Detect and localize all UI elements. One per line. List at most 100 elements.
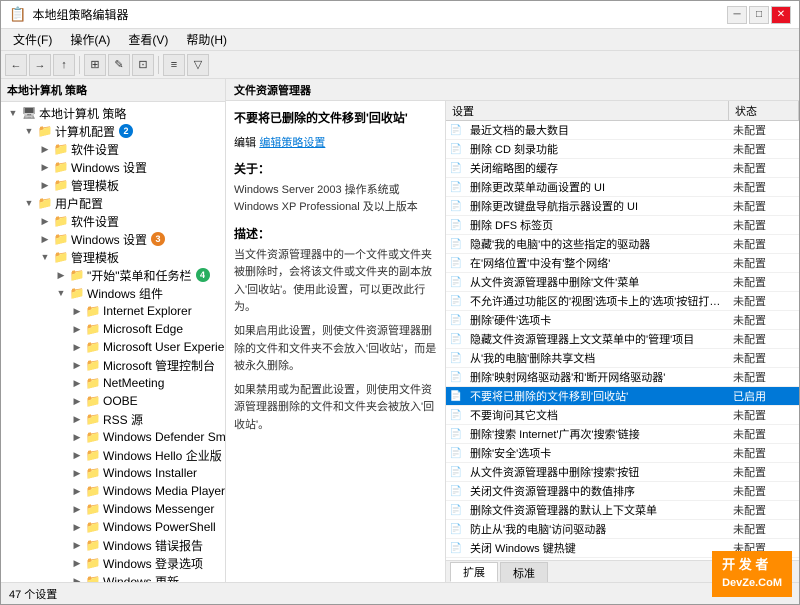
expander-rss[interactable]	[69, 411, 85, 427]
expander-edge[interactable]	[69, 321, 85, 337]
tree-item-admtemplates1[interactable]: 📁 管理模板	[1, 176, 225, 194]
expander-winsettings2[interactable]	[37, 231, 53, 247]
expander-computer[interactable]	[21, 123, 37, 139]
tree-item-hello[interactable]: 📁 Windows Hello 企业版	[1, 446, 225, 464]
settings-row-14[interactable]: 📄 不要将已删除的文件移到'回收站' 已启用	[446, 387, 799, 406]
settings-row-21[interactable]: 📄 防止从'我的电脑'访问驱动器 未配置	[446, 520, 799, 539]
help-button[interactable]: ≡	[163, 54, 185, 76]
settings-row-8[interactable]: 📄 从文件资源管理器中删除'文件'菜单 未配置	[446, 273, 799, 292]
tree-item-mmc[interactable]: 📁 Microsoft 管理控制台	[1, 356, 225, 374]
settings-icon-14: 📄	[446, 387, 466, 406]
back-button[interactable]: ←	[5, 54, 27, 76]
settings-row-0[interactable]: 📄 最近文档的最大数目 未配置	[446, 121, 799, 140]
tree-item-rss[interactable]: 📁 RSS 源	[1, 410, 225, 428]
maximize-button[interactable]: □	[749, 6, 769, 24]
tree-item-user[interactable]: 📁 用户配置	[1, 194, 225, 212]
tree-item-media[interactable]: 📁 Windows Media Player	[1, 482, 225, 500]
expander-errorreport[interactable]	[69, 537, 85, 553]
tree-item-oobe[interactable]: 📁 OOBE	[1, 392, 225, 410]
expander-startmenu[interactable]	[53, 267, 69, 283]
settings-row-18[interactable]: 📄 从文件资源管理器中删除'搜索'按钮 未配置	[446, 463, 799, 482]
settings-row-9[interactable]: 📄 不允许通过功能区的'视图'选项卡上的'选项'按钮打开'文件... 未配置	[446, 292, 799, 311]
settings-icon-16: 📄	[446, 425, 466, 444]
menu-action[interactable]: 操作(A)	[62, 29, 118, 50]
expander-defender[interactable]	[69, 429, 85, 445]
expander-userexp[interactable]	[69, 339, 85, 355]
tree-item-software2[interactable]: 📁 软件设置	[1, 212, 225, 230]
show-hide-button[interactable]: ⊞	[84, 54, 106, 76]
tree-container[interactable]: 🖥 本地计算机 策略 📁 计算机配置 2 📁 软件设置	[1, 102, 225, 582]
tree-item-winsettings1[interactable]: 📁 Windows 设置	[1, 158, 225, 176]
tree-item-computer[interactable]: 📁 计算机配置 2	[1, 122, 225, 140]
tree-item-installer[interactable]: 📁 Windows Installer	[1, 464, 225, 482]
forward-button[interactable]: →	[29, 54, 51, 76]
up-button[interactable]: ↑	[53, 54, 75, 76]
expander-wincomponents[interactable]	[53, 285, 69, 301]
settings-row-5[interactable]: 📄 删除 DFS 标签页 未配置	[446, 216, 799, 235]
expander-admtemplates2[interactable]	[37, 249, 53, 265]
properties-button[interactable]: ⊡	[132, 54, 154, 76]
tree-item-powershell[interactable]: 📁 Windows PowerShell	[1, 518, 225, 536]
expander-admtemplates1[interactable]	[37, 177, 53, 193]
expander-powershell[interactable]	[69, 519, 85, 535]
tree-item-edge[interactable]: 📁 Microsoft Edge	[1, 320, 225, 338]
filter-button[interactable]: ▽	[187, 54, 209, 76]
settings-row-17[interactable]: 📄 删除'安全'选项卡 未配置	[446, 444, 799, 463]
settings-row-2[interactable]: 📄 关闭缩略图的缓存 未配置	[446, 159, 799, 178]
tree-item-admtemplates2[interactable]: 📁 管理模板	[1, 248, 225, 266]
expander-netmeeting[interactable]	[69, 375, 85, 391]
settings-row-22[interactable]: 📄 关闭 Windows 键热键 未配置	[446, 539, 799, 558]
expander-media[interactable]	[69, 483, 85, 499]
menu-help[interactable]: 帮助(H)	[178, 29, 235, 50]
settings-row-12[interactable]: 📄 从'我的电脑'删除共享文档 未配置	[446, 349, 799, 368]
tree-item-update[interactable]: 📁 Windows 更新	[1, 572, 225, 582]
tree-item-winsettings2[interactable]: 📁 Windows 设置 3	[1, 230, 225, 248]
settings-row-3[interactable]: 📄 删除更改菜单动画设置的 UI 未配置	[446, 178, 799, 197]
tree-item-userexp[interactable]: 📁 Microsoft User Experience Y	[1, 338, 225, 356]
settings-row-7[interactable]: 📄 在'网络位置'中没有'整个网络' 未配置	[446, 254, 799, 273]
expander-winsettings1[interactable]	[37, 159, 53, 175]
settings-row-6[interactable]: 📄 隐藏'我的电脑'中的这些指定的驱动器 未配置	[446, 235, 799, 254]
tree-item-errorreport[interactable]: 📁 Windows 错误报告	[1, 536, 225, 554]
settings-list[interactable]: 📄 最近文档的最大数目 未配置 📄 删除 CD 刻录功能 未配置 📄	[446, 121, 799, 560]
expander-software1[interactable]	[37, 141, 53, 157]
settings-row-13[interactable]: 📄 删除'映射网络驱动器'和'断开网络驱动器' 未配置	[446, 368, 799, 387]
settings-row-11[interactable]: 📄 隐藏文件资源管理器上文文菜单中的'管理'项目 未配置	[446, 330, 799, 349]
settings-row-20[interactable]: 📄 删除文件资源管理器的默认上下文菜单 未配置	[446, 501, 799, 520]
expander-update[interactable]	[69, 573, 85, 582]
edit-policy-link[interactable]: 编辑策略设置	[259, 137, 325, 149]
tree-item-ie[interactable]: 📁 Internet Explorer	[1, 302, 225, 320]
expander-messenger[interactable]	[69, 501, 85, 517]
expander-root[interactable]	[5, 105, 21, 121]
settings-row-16[interactable]: 📄 删除'搜索 Internet'广再次'搜索'链接 未配置	[446, 425, 799, 444]
menu-view[interactable]: 查看(V)	[120, 29, 176, 50]
edit-button[interactable]: ✎	[108, 54, 130, 76]
tree-item-root[interactable]: 🖥 本地计算机 策略	[1, 104, 225, 122]
settings-row-19[interactable]: 📄 关闭文件资源管理器中的数值排序 未配置	[446, 482, 799, 501]
close-button[interactable]: ✕	[771, 6, 791, 24]
expander-mmc[interactable]	[69, 357, 85, 373]
tree-item-netmeeting[interactable]: 📁 NetMeeting	[1, 374, 225, 392]
expander-logon[interactable]	[69, 555, 85, 571]
expander-user[interactable]	[21, 195, 37, 211]
tree-item-logon[interactable]: 📁 Windows 登录选项	[1, 554, 225, 572]
expander-oobe[interactable]	[69, 393, 85, 409]
menu-file[interactable]: 文件(F)	[5, 29, 60, 50]
expander-ie[interactable]	[69, 303, 85, 319]
expander-hello[interactable]	[69, 447, 85, 463]
expander-installer[interactable]	[69, 465, 85, 481]
settings-name-5: 删除 DFS 标签页	[466, 217, 729, 233]
tab-extend[interactable]: 扩展	[450, 562, 498, 582]
settings-row-1[interactable]: 📄 删除 CD 刻录功能 未配置	[446, 140, 799, 159]
minimize-button[interactable]: ─	[727, 6, 747, 24]
settings-row-10[interactable]: 📄 删除'硬件'选项卡 未配置	[446, 311, 799, 330]
tree-item-defender[interactable]: 📁 Windows Defender SmartSc	[1, 428, 225, 446]
tree-item-wincomponents[interactable]: 📁 Windows 组件	[1, 284, 225, 302]
settings-row-15[interactable]: 📄 不要询问其它文档 未配置	[446, 406, 799, 425]
settings-row-4[interactable]: 📄 删除更改键盘导航指示器设置的 UI 未配置	[446, 197, 799, 216]
expander-software2[interactable]	[37, 213, 53, 229]
tree-item-software1[interactable]: 📁 软件设置	[1, 140, 225, 158]
tree-item-startmenu[interactable]: 📁 "开始"菜单和任务栏 4	[1, 266, 225, 284]
tab-standard[interactable]: 标准	[500, 562, 548, 582]
tree-item-messenger[interactable]: 📁 Windows Messenger	[1, 500, 225, 518]
